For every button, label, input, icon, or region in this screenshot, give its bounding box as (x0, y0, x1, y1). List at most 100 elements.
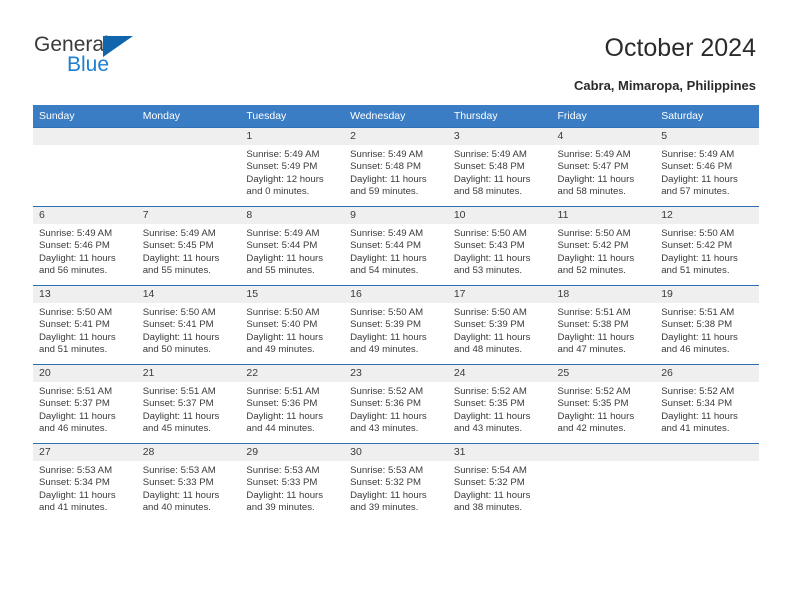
sunset-text: Sunset: 5:40 PM (246, 319, 318, 331)
daylight-text-line1: Daylight: 11 hours (557, 173, 635, 185)
daylight-text-line2: and 48 minutes. (453, 343, 523, 355)
sunset-text: Sunset: 5:44 PM (350, 240, 422, 252)
sunrise-text: Sunrise: 5:51 AM (557, 307, 631, 318)
day-cell[interactable]: 6 Sunrise: 5:49 AM Sunset: 5:46 PM Daylight… (33, 206, 137, 286)
sunrise-text: Sunrise: 5:51 AM (142, 386, 216, 397)
day-cell[interactable]: 1 Sunrise: 5:49 AM Sunset: 5:49 PM Daylight… (240, 127, 345, 207)
sunset-text: Sunset: 5:44 PM (246, 240, 318, 252)
day-cell[interactable]: 17 Sunrise: 5:50 AM Sunset: 5:39 PM Dayligh… (447, 285, 552, 365)
day-cell[interactable]: 3 Sunrise: 5:49 AM Sunset: 5:48 PM Daylight… (447, 127, 552, 207)
day-cell[interactable]: 7 Sunrise: 5:49 AM Sunset: 5:45 PM Daylight… (136, 206, 241, 286)
daylight-text-line2: and 41 minutes. (39, 501, 108, 513)
day-cell[interactable]: 29 Sunrise: 5:53 AM Sunset: 5:33 PM Dayligh… (240, 443, 345, 522)
calendar-week-row: 13 Sunrise: 5:50 AM Sunset: 5:41 PM Dayligh… (33, 285, 759, 365)
day-cell[interactable] (551, 443, 656, 522)
day-cell[interactable]: 12 Sunrise: 5:50 AM Sunset: 5:42 PM Dayligh… (655, 206, 759, 286)
daylight-text-line2: and 57 minutes. (661, 185, 730, 197)
daylight-text-line1: Daylight: 11 hours (453, 489, 531, 501)
day-number: 26 (655, 365, 759, 382)
sunset-text: Sunset: 5:41 PM (142, 319, 214, 331)
sunrise-text: Sunrise: 5:53 AM (246, 465, 320, 476)
daylight-text-line2: and 51 minutes. (39, 343, 108, 355)
daylight-text-line2: and 49 minutes. (246, 343, 315, 355)
day-number (33, 128, 137, 145)
daylight-text-line1: Daylight: 11 hours (557, 331, 635, 343)
day-cell[interactable] (33, 127, 137, 207)
day-cell[interactable]: 26 Sunrise: 5:52 AM Sunset: 5:34 PM Dayligh… (655, 364, 759, 444)
day-number: 16 (344, 286, 448, 303)
day-cell[interactable]: 31 Sunrise: 5:54 AM Sunset: 5:32 PM Dayligh… (447, 443, 552, 522)
sunset-text: Sunset: 5:33 PM (246, 477, 318, 489)
day-cell[interactable]: 27 Sunrise: 5:53 AM Sunset: 5:34 PM Dayligh… (33, 443, 137, 522)
daylight-text-line1: Daylight: 11 hours (350, 331, 427, 343)
day-cell[interactable]: 2 Sunrise: 5:49 AM Sunset: 5:48 PM Daylight… (344, 127, 448, 207)
day-cell[interactable]: 14 Sunrise: 5:50 AM Sunset: 5:41 PM Dayligh… (136, 285, 241, 365)
day-cell[interactable]: 10 Sunrise: 5:50 AM Sunset: 5:43 PM Dayligh… (447, 206, 552, 286)
day-cell[interactable]: 25 Sunrise: 5:52 AM Sunset: 5:35 PM Dayligh… (551, 364, 656, 444)
day-cell[interactable]: 19 Sunrise: 5:51 AM Sunset: 5:38 PM Dayligh… (655, 285, 759, 365)
sunrise-text: Sunrise: 5:50 AM (39, 307, 113, 318)
sunrise-text: Sunrise: 5:51 AM (661, 307, 735, 318)
sunset-text: Sunset: 5:32 PM (350, 477, 422, 489)
day-number: 1 (240, 128, 345, 145)
day-cell[interactable]: 24 Sunrise: 5:52 AM Sunset: 5:35 PM Dayligh… (447, 364, 552, 444)
daylight-text-line2: and 46 minutes. (39, 422, 108, 434)
day-cell[interactable] (136, 127, 241, 207)
sunrise-text: Sunrise: 5:49 AM (350, 228, 424, 239)
sunset-text: Sunset: 5:37 PM (39, 398, 110, 410)
daylight-text-line1: Daylight: 11 hours (661, 331, 738, 343)
day-cell[interactable]: 30 Sunrise: 5:53 AM Sunset: 5:32 PM Dayligh… (344, 443, 448, 522)
daylight-text-line2: and 43 minutes. (350, 422, 419, 434)
daylight-text-line2: and 46 minutes. (661, 343, 730, 355)
calendar-week-row: 27 Sunrise: 5:53 AM Sunset: 5:34 PM Dayligh… (33, 443, 759, 522)
daylight-text-line2: and 50 minutes. (142, 343, 211, 355)
day-cell[interactable]: 4 Sunrise: 5:49 AM Sunset: 5:47 PM Daylight… (551, 127, 656, 207)
day-cell[interactable]: 9 Sunrise: 5:49 AM Sunset: 5:44 PM Daylight… (344, 206, 448, 286)
sunrise-text: Sunrise: 5:50 AM (557, 228, 631, 239)
day-cell[interactable]: 28 Sunrise: 5:53 AM Sunset: 5:33 PM Dayligh… (136, 443, 241, 522)
daylight-text-line2: and 58 minutes. (453, 185, 523, 197)
day-cell[interactable]: 20 Sunrise: 5:51 AM Sunset: 5:37 PM Dayligh… (33, 364, 137, 444)
day-cell[interactable]: 21 Sunrise: 5:51 AM Sunset: 5:37 PM Dayligh… (136, 364, 241, 444)
sunset-text: Sunset: 5:49 PM (246, 161, 318, 173)
day-cell[interactable]: 22 Sunrise: 5:51 AM Sunset: 5:36 PM Dayligh… (240, 364, 345, 444)
sunset-text: Sunset: 5:46 PM (661, 161, 733, 173)
day-cell[interactable]: 8 Sunrise: 5:49 AM Sunset: 5:44 PM Daylight… (240, 206, 345, 286)
sunrise-text: Sunrise: 5:52 AM (453, 386, 527, 397)
day-cell[interactable]: 11 Sunrise: 5:50 AM Sunset: 5:42 PM Dayligh… (551, 206, 656, 286)
day-number: 14 (136, 286, 241, 303)
day-number: 19 (655, 286, 759, 303)
daylight-text-line1: Daylight: 11 hours (661, 252, 738, 264)
calendar-week-row: 20 Sunrise: 5:51 AM Sunset: 5:37 PM Dayligh… (33, 364, 759, 444)
day-cell[interactable] (655, 443, 759, 522)
day-number: 7 (136, 207, 241, 224)
day-number: 12 (655, 207, 759, 224)
day-cell[interactable]: 13 Sunrise: 5:50 AM Sunset: 5:41 PM Dayligh… (33, 285, 137, 365)
day-cell[interactable]: 16 Sunrise: 5:50 AM Sunset: 5:39 PM Dayligh… (344, 285, 448, 365)
daylight-text-line1: Daylight: 11 hours (142, 410, 220, 422)
sunset-text: Sunset: 5:41 PM (39, 319, 110, 331)
day-number: 2 (344, 128, 448, 145)
day-number: 4 (551, 128, 656, 145)
sunset-text: Sunset: 5:43 PM (453, 240, 525, 252)
sunset-text: Sunset: 5:34 PM (661, 398, 733, 410)
weekday-header-saturday: Saturday (655, 105, 759, 128)
sunset-text: Sunset: 5:36 PM (350, 398, 422, 410)
day-number: 22 (240, 365, 345, 382)
sunrise-text: Sunrise: 5:53 AM (350, 465, 424, 476)
day-cell[interactable]: 15 Sunrise: 5:50 AM Sunset: 5:40 PM Dayligh… (240, 285, 345, 365)
daylight-text-line1: Daylight: 11 hours (142, 489, 220, 501)
day-cell[interactable]: 18 Sunrise: 5:51 AM Sunset: 5:38 PM Dayligh… (551, 285, 656, 365)
sunset-text: Sunset: 5:46 PM (39, 240, 110, 252)
sunrise-text: Sunrise: 5:49 AM (246, 149, 320, 160)
day-cell[interactable]: 5 Sunrise: 5:49 AM Sunset: 5:46 PM Daylight… (655, 127, 759, 207)
day-cell[interactable]: 23 Sunrise: 5:52 AM Sunset: 5:36 PM Dayligh… (344, 364, 448, 444)
sunset-text: Sunset: 5:32 PM (453, 477, 525, 489)
sunrise-text: Sunrise: 5:49 AM (246, 228, 320, 239)
sunrise-text: Sunrise: 5:54 AM (453, 465, 527, 476)
sunset-text: Sunset: 5:48 PM (453, 161, 525, 173)
weekday-header-thursday: Thursday (447, 105, 552, 128)
calendar-week-row: 1 Sunrise: 5:49 AM Sunset: 5:49 PM Daylight… (33, 127, 759, 207)
daylight-text-line2: and 53 minutes. (453, 264, 523, 276)
day-number: 13 (33, 286, 137, 303)
